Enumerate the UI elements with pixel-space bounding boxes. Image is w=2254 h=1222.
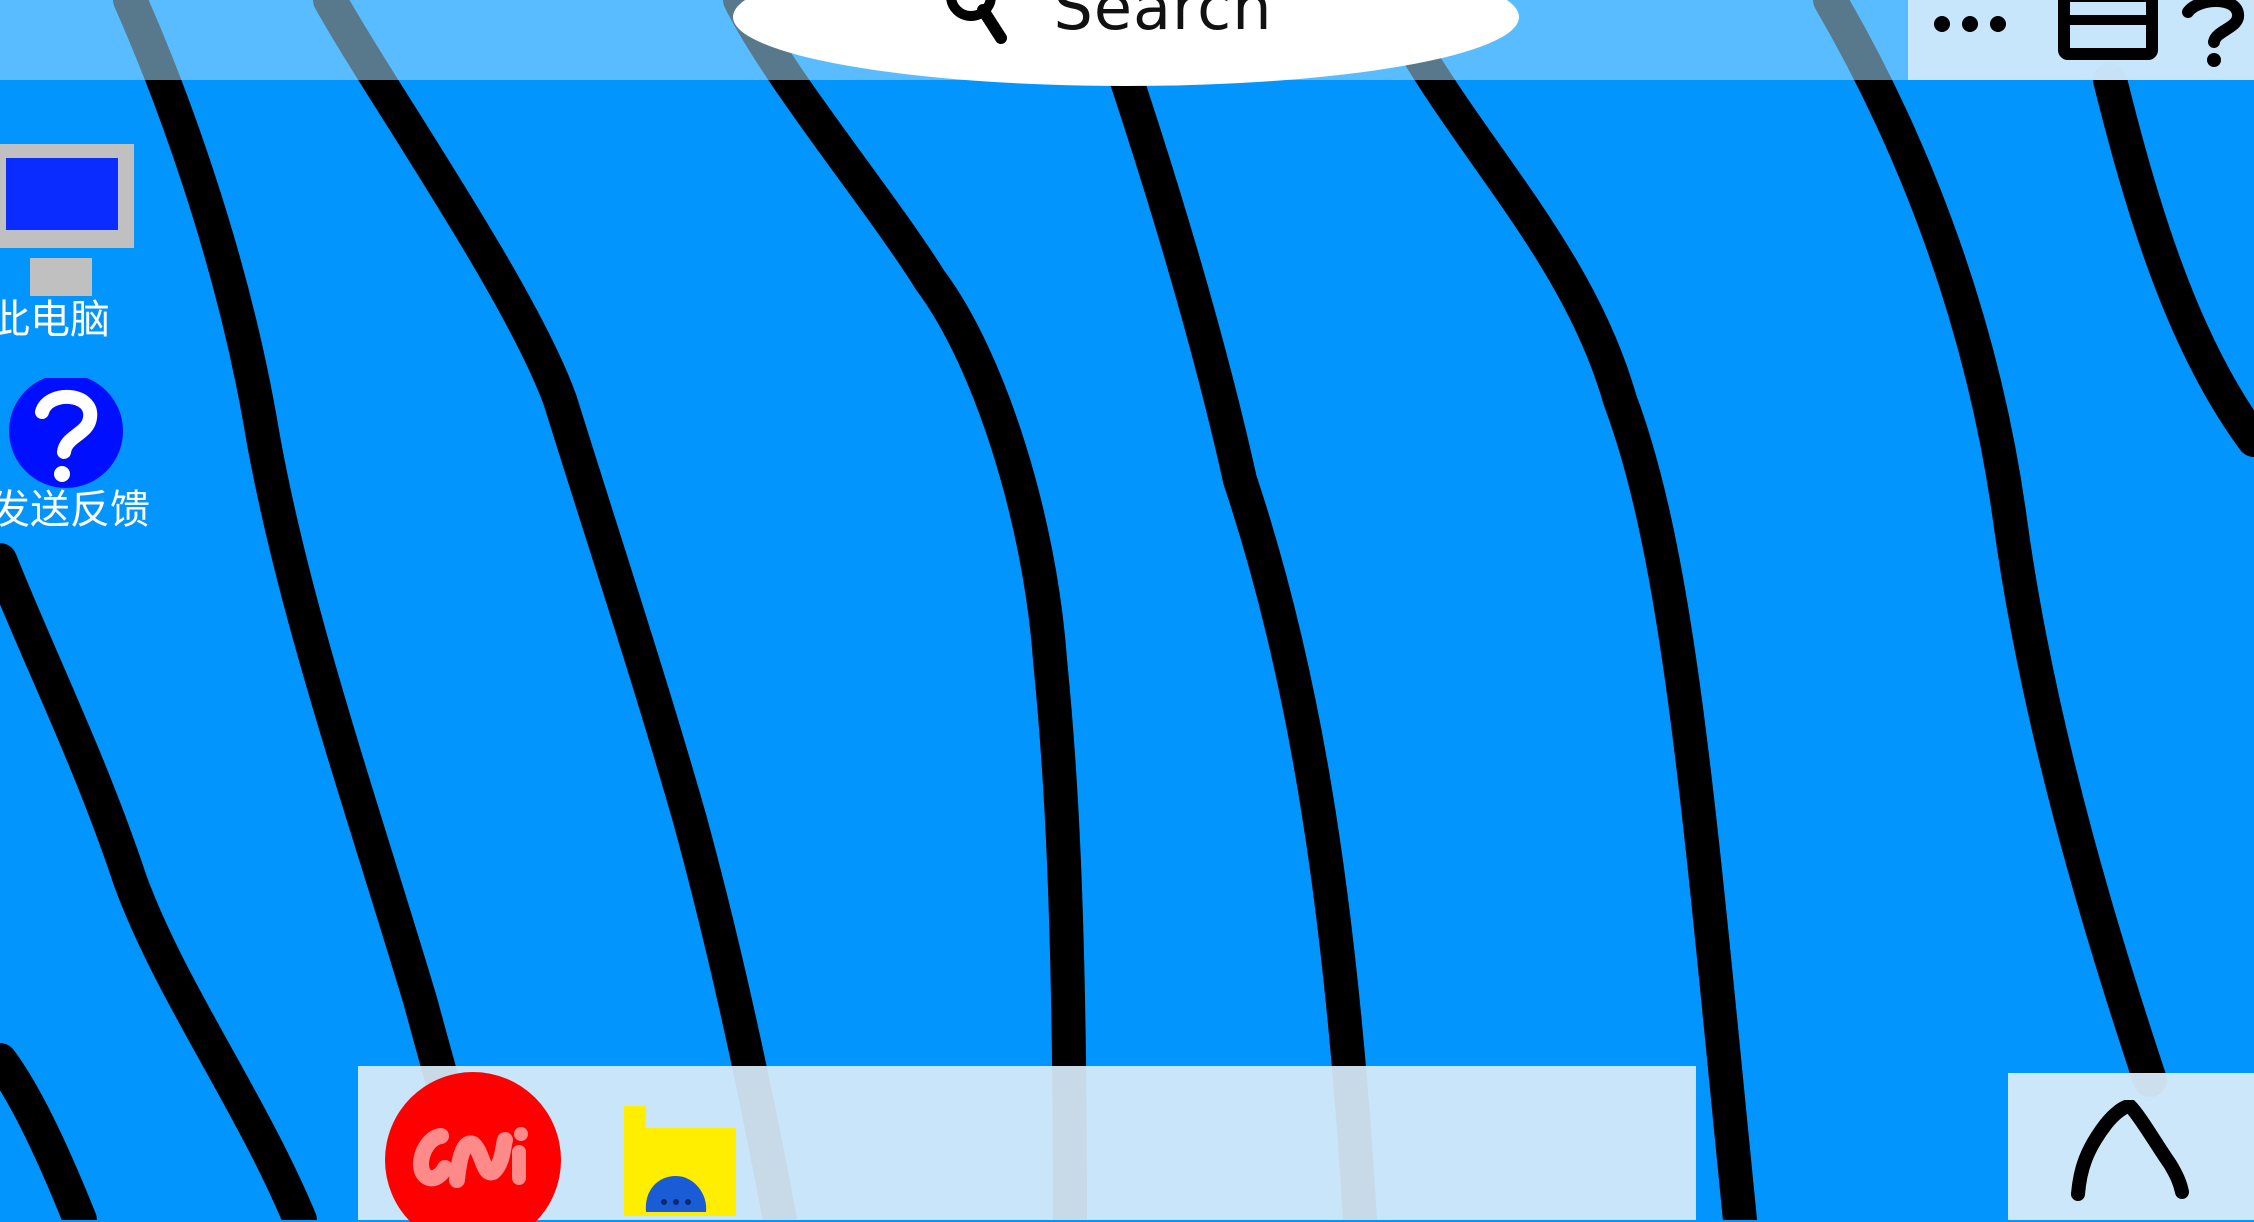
search-icon (946, 0, 1008, 44)
desktop-icon-label: 此电脑 (0, 297, 110, 343)
computer-icon (0, 144, 134, 296)
red-app-icon[interactable] (385, 1072, 565, 1222)
folder-icon[interactable] (622, 1106, 738, 1216)
desktop-icon-label: 发送反馈 (0, 487, 150, 533)
desktop-wallpaper (0, 0, 2254, 1220)
more-icon[interactable] (1930, 4, 2020, 44)
desktop-icon-this-pc[interactable]: 此电脑 (0, 142, 150, 342)
window-icon[interactable] (2050, 0, 2170, 70)
help-icon[interactable] (2180, 0, 2254, 70)
chevron-up-icon[interactable] (2064, 1100, 2194, 1210)
feedback-icon (9, 378, 123, 488)
search-label: Search (1053, 0, 1273, 44)
desktop-icon-send-feedback[interactable]: 发送反馈 (0, 378, 150, 532)
